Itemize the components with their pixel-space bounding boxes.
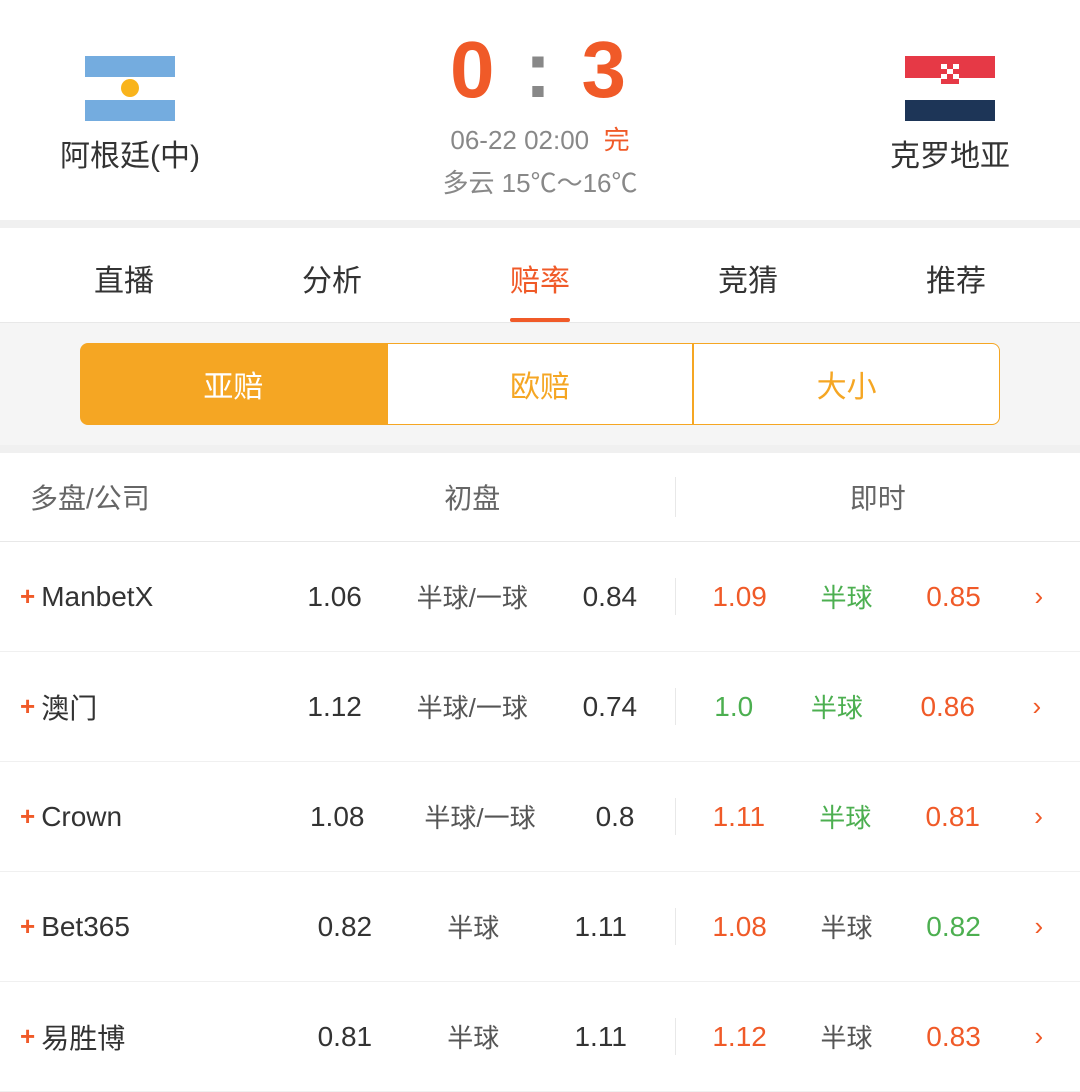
company-name-manbetx: ManbetX bbox=[41, 581, 153, 613]
match-info: 06-22 02:00 完 多云 15℃～16℃ bbox=[442, 120, 637, 200]
arrow-icon-manbetx[interactable]: › bbox=[1034, 581, 1043, 612]
flag-argentina bbox=[85, 56, 175, 121]
match-weather: 多云 15℃～16℃ bbox=[442, 163, 637, 200]
score-colon: : bbox=[498, 25, 581, 114]
initial-cell-macau: 1.12 半球/一球 0.74 bbox=[270, 688, 675, 725]
init-handicap-manbetx: 半球/一球 bbox=[417, 578, 528, 615]
tab-recommend[interactable]: 推荐 bbox=[852, 228, 1060, 322]
init-away-crown: 0.8 bbox=[596, 801, 635, 833]
expand-icon-macau[interactable]: + bbox=[20, 691, 35, 722]
team-home: 阿根廷(中) bbox=[20, 56, 240, 175]
realtime-cell-yishibo: 1.12 半球 0.83 › bbox=[675, 1018, 1080, 1055]
expand-icon-bet365[interactable]: + bbox=[20, 911, 35, 942]
rt-home-crown: 1.11 bbox=[713, 801, 765, 833]
init-home-bet365: 0.82 bbox=[318, 911, 373, 943]
init-handicap-crown: 半球/一球 bbox=[424, 798, 535, 835]
sub-tab-size[interactable]: 大小 bbox=[693, 343, 1000, 425]
init-away-macau: 0.74 bbox=[583, 691, 638, 723]
score-display: 0 : 3 bbox=[450, 30, 630, 110]
subtabs-divider bbox=[0, 445, 1080, 453]
rt-away-manbetx: 0.85 bbox=[926, 581, 981, 613]
company-name-crown: Crown bbox=[41, 801, 122, 833]
init-away-bet365: 1.11 bbox=[574, 911, 626, 943]
odds-table: + ManbetX 1.06 半球/一球 0.84 1.09 半球 0.85 ›… bbox=[0, 542, 1080, 1092]
expand-icon-manbetx[interactable]: + bbox=[20, 581, 35, 612]
rt-away-crown: 0.81 bbox=[925, 801, 980, 833]
init-handicap-yishibo: 半球 bbox=[447, 1018, 499, 1055]
sub-tabs: 亚赔 欧赔 大小 bbox=[0, 323, 1080, 445]
main-tabs: 直播 分析 赔率 竞猜 推荐 bbox=[0, 228, 1080, 322]
team-away-name: 克罗地亚 bbox=[890, 131, 1010, 175]
arrow-icon-bet365[interactable]: › bbox=[1034, 911, 1043, 942]
col-initial-header: 初盘 bbox=[270, 477, 675, 517]
initial-cell-manbetx: 1.06 半球/一球 0.84 bbox=[270, 578, 675, 615]
team-away: 克罗地亚 bbox=[840, 56, 1060, 175]
match-status: 完 bbox=[604, 125, 630, 155]
table-row[interactable]: + 易胜博 0.81 半球 1.11 1.12 半球 0.83 › bbox=[0, 982, 1080, 1092]
rt-home-bet365: 1.08 bbox=[712, 911, 767, 943]
rt-handicap-crown: 半球 bbox=[819, 798, 871, 835]
rt-away-bet365: 0.82 bbox=[926, 911, 981, 943]
init-away-manbetx: 0.84 bbox=[583, 581, 638, 613]
match-header: 阿根廷(中) 0 : 3 06-22 02:00 完 多云 15℃～16℃ bbox=[0, 0, 1080, 220]
realtime-cell-macau: 1.0 半球 0.86 › bbox=[675, 688, 1080, 725]
realtime-cell-crown: 1.11 半球 0.81 › bbox=[675, 798, 1080, 835]
rt-handicap-macau: 半球 bbox=[811, 688, 863, 725]
table-row[interactable]: + 澳门 1.12 半球/一球 0.74 1.0 半球 0.86 › bbox=[0, 652, 1080, 762]
company-cell-crown: + Crown bbox=[0, 801, 270, 833]
match-datetime: 06-22 02:00 bbox=[450, 125, 589, 155]
init-handicap-macau: 半球/一球 bbox=[417, 688, 528, 725]
company-cell-manbetx: + ManbetX bbox=[0, 581, 270, 613]
company-cell-bet365: + Bet365 bbox=[0, 911, 270, 943]
init-home-yishibo: 0.81 bbox=[318, 1021, 373, 1053]
initial-cell-crown: 1.08 半球/一球 0.8 bbox=[270, 798, 675, 835]
realtime-cell-manbetx: 1.09 半球 0.85 › bbox=[675, 578, 1080, 615]
table-row[interactable]: + Bet365 0.82 半球 1.11 1.08 半球 0.82 › bbox=[0, 872, 1080, 982]
company-name-bet365: Bet365 bbox=[41, 911, 130, 943]
score-section: 0 : 3 06-22 02:00 完 多云 15℃～16℃ bbox=[240, 30, 840, 200]
expand-icon-crown[interactable]: + bbox=[20, 801, 35, 832]
init-home-manbetx: 1.06 bbox=[307, 581, 362, 613]
company-name-macau: 澳门 bbox=[41, 687, 97, 727]
company-cell-yishibo: + 易胜博 bbox=[0, 1017, 270, 1057]
table-row[interactable]: + Crown 1.08 半球/一球 0.8 1.11 半球 0.81 › bbox=[0, 762, 1080, 872]
company-cell-macau: + 澳门 bbox=[0, 687, 270, 727]
header-divider bbox=[0, 220, 1080, 228]
arrow-icon-macau[interactable]: › bbox=[1033, 691, 1042, 722]
score-home: 0 bbox=[450, 25, 499, 114]
expand-icon-yishibo[interactable]: + bbox=[20, 1021, 35, 1052]
tab-predict[interactable]: 竞猜 bbox=[644, 228, 852, 322]
table-header: 多盘/公司 初盘 即时 bbox=[0, 453, 1080, 542]
initial-cell-yishibo: 0.81 半球 1.11 bbox=[270, 1018, 675, 1055]
sub-tab-asia[interactable]: 亚赔 bbox=[80, 343, 387, 425]
col-company-header: 多盘/公司 bbox=[0, 477, 270, 517]
team-home-name: 阿根廷(中) bbox=[60, 131, 200, 175]
col-realtime-header: 即时 bbox=[675, 477, 1080, 517]
rt-handicap-yishibo: 半球 bbox=[821, 1018, 873, 1055]
initial-cell-bet365: 0.82 半球 1.11 bbox=[270, 908, 675, 945]
init-home-crown: 1.08 bbox=[310, 801, 365, 833]
score-away: 3 bbox=[582, 25, 631, 114]
arrow-icon-yishibo[interactable]: › bbox=[1034, 1021, 1043, 1052]
flag-croatia bbox=[905, 56, 995, 121]
rt-handicap-manbetx: 半球 bbox=[821, 578, 873, 615]
tab-analysis[interactable]: 分析 bbox=[228, 228, 436, 322]
rt-handicap-bet365: 半球 bbox=[821, 908, 873, 945]
sub-tab-europe[interactable]: 欧赔 bbox=[387, 343, 694, 425]
init-home-macau: 1.12 bbox=[307, 691, 362, 723]
init-away-yishibo: 1.11 bbox=[574, 1021, 626, 1053]
init-handicap-bet365: 半球 bbox=[447, 908, 499, 945]
realtime-cell-bet365: 1.08 半球 0.82 › bbox=[675, 908, 1080, 945]
rt-away-macau: 0.86 bbox=[920, 691, 975, 723]
arrow-icon-crown[interactable]: › bbox=[1034, 801, 1043, 832]
rt-home-macau: 1.0 bbox=[714, 691, 753, 723]
tab-odds[interactable]: 赔率 bbox=[436, 228, 644, 322]
table-row[interactable]: + ManbetX 1.06 半球/一球 0.84 1.09 半球 0.85 › bbox=[0, 542, 1080, 652]
company-name-yishibo: 易胜博 bbox=[41, 1017, 125, 1057]
rt-home-manbetx: 1.09 bbox=[712, 581, 767, 613]
rt-home-yishibo: 1.12 bbox=[712, 1021, 767, 1053]
tab-live[interactable]: 直播 bbox=[20, 228, 228, 322]
rt-away-yishibo: 0.83 bbox=[926, 1021, 981, 1053]
